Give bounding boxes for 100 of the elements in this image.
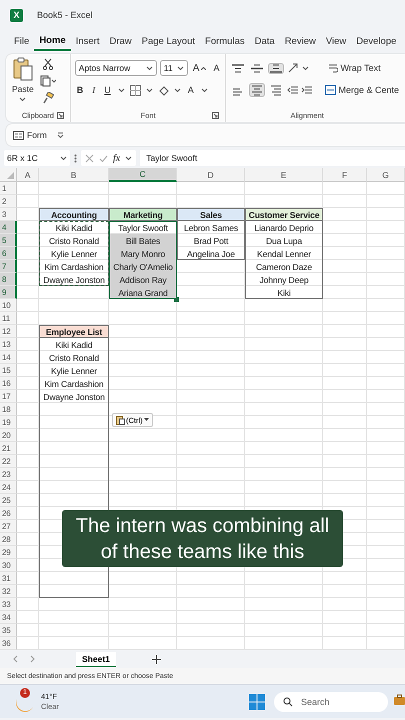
taskbar-search-field[interactable]: Search (274, 692, 388, 712)
orientation-icon[interactable] (287, 62, 300, 74)
row-header[interactable]: 8 (0, 273, 17, 286)
row-header[interactable]: 3 (0, 208, 17, 221)
row-header[interactable]: 19 (0, 416, 17, 429)
row-header[interactable]: 27 (0, 520, 17, 533)
decrease-font-size-button[interactable]: A (211, 62, 222, 74)
insert-function-button[interactable]: fx (113, 152, 120, 164)
column-header[interactable]: G (367, 168, 405, 182)
column-header[interactable]: A (17, 168, 39, 182)
dialog-launcher-icon[interactable] (212, 112, 220, 118)
row-header[interactable]: 7 (0, 260, 17, 273)
table-cell[interactable]: Kendal Lenner (246, 247, 322, 260)
table-cell[interactable]: Dwayne Jonston (40, 273, 108, 286)
previous-sheet-icon[interactable] (12, 655, 18, 663)
row-header[interactable]: 34 (0, 611, 17, 624)
ribbon-tab[interactable]: Review (280, 32, 321, 50)
ribbon-tab[interactable]: Insert (70, 32, 104, 50)
windows-start-icon[interactable] (249, 694, 265, 710)
ribbon-tab[interactable]: Page Layout (136, 32, 200, 50)
paste-button[interactable]: Paste (10, 83, 36, 95)
row-header[interactable]: 29 (0, 546, 17, 559)
font-name-dropdown[interactable]: Aptos Narrow (74, 60, 157, 76)
underline-button[interactable]: U (102, 84, 113, 96)
borders-icon[interactable] (130, 84, 141, 96)
row-header[interactable]: 4 (0, 221, 17, 234)
table-cell[interactable]: Lebron Sames (178, 221, 244, 234)
row-header[interactable]: 22 (0, 455, 17, 468)
format-painter-icon[interactable] (42, 92, 54, 104)
dialog-launcher-icon[interactable] (56, 112, 64, 118)
table-cell[interactable]: Lianardo Deprio (246, 221, 322, 234)
table-cell[interactable]: Mary Monro (110, 247, 176, 260)
table-cell[interactable]: Dua Lupa (246, 234, 322, 247)
row-header[interactable]: 6 (0, 247, 17, 260)
ribbon-tab[interactable]: Draw (104, 32, 137, 50)
row-header[interactable]: 9 (0, 286, 17, 299)
row-header[interactable]: 16 (0, 377, 17, 390)
table-cell[interactable]: Johnny Deep (246, 273, 322, 286)
name-box[interactable]: 6R x 1C (4, 150, 70, 166)
row-header[interactable]: 31 (0, 572, 17, 585)
increase-font-size-button[interactable]: A (190, 62, 208, 74)
increase-indent-icon[interactable] (301, 84, 312, 96)
italic-button[interactable]: I (90, 84, 98, 96)
briefcase-icon[interactable] (394, 694, 405, 706)
next-sheet-icon[interactable] (30, 655, 36, 663)
ribbon-tab[interactable]: Home (34, 32, 71, 50)
table-cell[interactable]: Kylie Lenner (40, 364, 108, 377)
row-header[interactable]: 32 (0, 585, 17, 598)
row-header[interactable]: 10 (0, 299, 17, 312)
vertical-align-button[interactable] (230, 62, 246, 74)
table-cell[interactable]: Kim Cardashion (40, 260, 108, 273)
ribbon-tab[interactable]: Develope (351, 32, 402, 50)
table-cell[interactable]: Taylor Swooft (110, 221, 176, 234)
table-cell[interactable]: Dwayne Jonston (40, 390, 108, 403)
row-header[interactable]: 11 (0, 312, 17, 325)
more-options-icon[interactable] (74, 154, 77, 162)
row-header[interactable]: 12 (0, 325, 17, 338)
row-header[interactable]: 21 (0, 442, 17, 455)
row-header[interactable]: 30 (0, 559, 17, 572)
table-cell[interactable]: Charly O'Amelio (110, 260, 176, 273)
row-header[interactable]: 20 (0, 429, 17, 442)
column-header[interactable]: E (245, 168, 323, 182)
table-cell[interactable]: Bill Bates (110, 234, 176, 247)
table-cell[interactable]: Kiki (246, 286, 322, 299)
column-header[interactable]: D (177, 168, 245, 182)
row-header[interactable]: 26 (0, 507, 17, 520)
table-cell[interactable]: Cristo Ronald (40, 351, 108, 364)
fill-color-icon[interactable] (158, 84, 169, 96)
row-header[interactable]: 23 (0, 468, 17, 481)
customize-toolbar-icon[interactable] (56, 132, 64, 138)
table-cell[interactable]: Kylie Lenner (40, 247, 108, 260)
formula-input[interactable]: Taylor Swooft (140, 150, 405, 166)
table-cell[interactable]: Ariana Grand (110, 286, 176, 299)
row-header[interactable]: 5 (0, 234, 17, 247)
copy-icon[interactable] (40, 75, 56, 87)
horizontal-align-button[interactable] (249, 83, 266, 97)
table-cell[interactable]: Brad Pott (178, 234, 244, 247)
ribbon-tab[interactable]: View (320, 32, 352, 50)
sheet-tab[interactable]: Sheet1 (76, 652, 116, 666)
wrap-text-button[interactable]: Wrap Text (326, 62, 383, 74)
merge-center-button[interactable]: Merge & Cente (323, 84, 401, 96)
table-cell[interactable]: Cameron Daze (246, 260, 322, 273)
ribbon-tab[interactable]: Formulas (200, 32, 250, 50)
table-cell[interactable]: Cristo Ronald (40, 234, 108, 247)
row-header[interactable]: 36 (0, 637, 17, 650)
row-header[interactable]: 35 (0, 624, 17, 637)
add-sheet-icon[interactable] (152, 654, 161, 664)
table-cell[interactable]: Kiki Kadid (40, 338, 108, 351)
row-header[interactable]: 33 (0, 598, 17, 611)
font-color-button[interactable]: A (186, 84, 196, 96)
ribbon-tab[interactable]: Data (250, 32, 280, 50)
row-header[interactable]: 2 (0, 195, 17, 208)
column-header[interactable]: F (323, 168, 367, 182)
row-header[interactable]: 18 (0, 403, 17, 416)
form-button[interactable]: Form (11, 129, 49, 141)
table-cell[interactable]: Kiki Kadid (40, 221, 108, 234)
vertical-align-button[interactable] (268, 62, 284, 74)
scissors-icon[interactable] (42, 58, 53, 70)
vertical-align-button[interactable] (249, 62, 266, 74)
column-header[interactable]: C (109, 168, 177, 182)
